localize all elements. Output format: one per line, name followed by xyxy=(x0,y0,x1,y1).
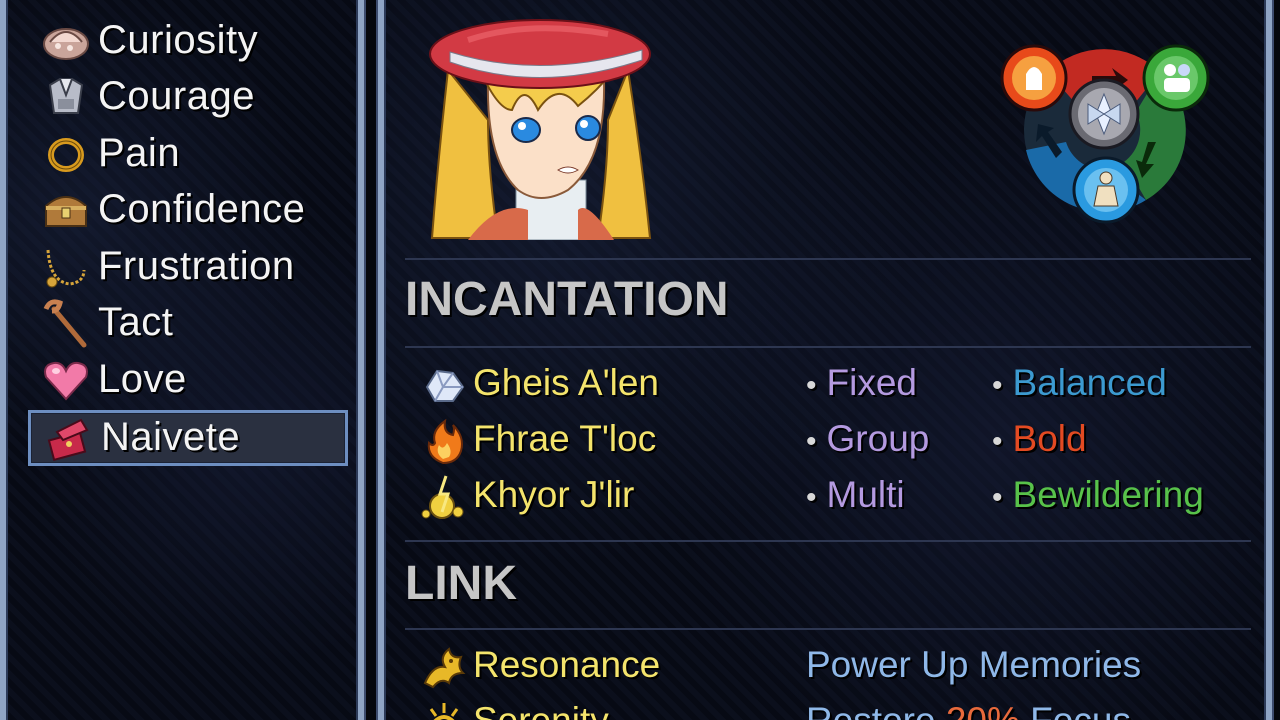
spell-name: Gheis A'len xyxy=(473,362,660,403)
memories-screen: Curiosity Courage Pain Confidence Frustr… xyxy=(0,0,1280,720)
link-title: LINK xyxy=(405,557,517,610)
menu-item-label: Love xyxy=(98,356,187,401)
menu-item-label: Frustration xyxy=(98,243,295,288)
link-name: Serenity xyxy=(473,700,609,720)
menu-item-label: Naivete xyxy=(101,415,241,459)
divider xyxy=(405,346,1251,348)
spell-style: • Balanced xyxy=(992,362,1167,403)
flame-icon xyxy=(418,416,470,468)
link-desc: Restore 20% Focus xyxy=(806,700,1131,720)
link-name: Resonance xyxy=(473,644,661,685)
menu-item-tact[interactable]: Tact xyxy=(28,295,350,352)
spell-row-gheis[interactable]: Gheis A'len • Fixed • Balanced xyxy=(418,358,1268,414)
divider xyxy=(405,258,1251,260)
menu-item-label: Tact xyxy=(98,300,174,345)
menu-item-curiosity[interactable]: Curiosity xyxy=(28,12,350,69)
music-box-icon xyxy=(41,414,97,462)
menu-item-love[interactable]: Love xyxy=(28,351,350,408)
link-row-resonance[interactable]: Resonance Power Up Memories xyxy=(418,640,1268,696)
spell-target: • Group xyxy=(806,418,930,459)
spell-name: Fhrae T'loc xyxy=(473,418,657,459)
menu-item-naivete[interactable]: Naivete xyxy=(28,409,348,466)
character-portrait xyxy=(428,10,654,241)
dragon-icon xyxy=(418,642,470,694)
chest-icon xyxy=(38,186,94,234)
shell-icon xyxy=(38,16,94,64)
spell-style: • Bold xyxy=(992,418,1087,459)
incantation-title: INCANTATION xyxy=(405,273,729,326)
group-element-icon xyxy=(1142,44,1210,112)
link-desc: Power Up Memories xyxy=(806,644,1142,685)
spell-target: • Multi xyxy=(806,474,905,515)
spirit-element-icon xyxy=(1072,156,1140,224)
divider xyxy=(405,540,1251,542)
divider xyxy=(405,628,1251,630)
spell-row-fhrae[interactable]: Fhrae T'loc • Group • Bold xyxy=(418,414,1268,470)
menu-item-pain[interactable]: Pain xyxy=(28,125,350,182)
spell-name: Khyor J'lir xyxy=(473,474,635,515)
fire-element-icon xyxy=(1000,44,1068,112)
element-wheel xyxy=(996,30,1216,230)
crystal-icon xyxy=(418,360,470,412)
spell-row-khyor[interactable]: Khyor J'lir • Multi • Bewildering xyxy=(418,470,1268,526)
menu-item-label: Curiosity xyxy=(98,17,259,62)
spell-target: • Fixed xyxy=(806,362,917,403)
menu-item-label: Pain xyxy=(98,130,181,175)
necklace-icon xyxy=(38,242,94,290)
crystal-center-icon xyxy=(1068,78,1140,150)
staff-icon xyxy=(38,299,94,348)
menu-item-label: Courage xyxy=(98,74,255,119)
memory-list: Curiosity Courage Pain Confidence Frustr… xyxy=(28,12,350,466)
serenity-icon xyxy=(418,698,470,720)
ring-icon xyxy=(38,129,94,177)
spark-icon xyxy=(418,472,470,524)
menu-item-courage[interactable]: Courage xyxy=(28,69,350,126)
menu-item-label: Confidence xyxy=(98,187,306,232)
spell-style: • Bewildering xyxy=(992,474,1204,515)
link-row-serenity[interactable]: Serenity Restore 20% Focus xyxy=(418,696,1268,720)
heart-icon xyxy=(38,355,94,403)
menu-item-confidence[interactable]: Confidence xyxy=(28,182,350,239)
menu-item-frustration[interactable]: Frustration xyxy=(28,238,350,295)
armor-icon xyxy=(38,73,94,121)
